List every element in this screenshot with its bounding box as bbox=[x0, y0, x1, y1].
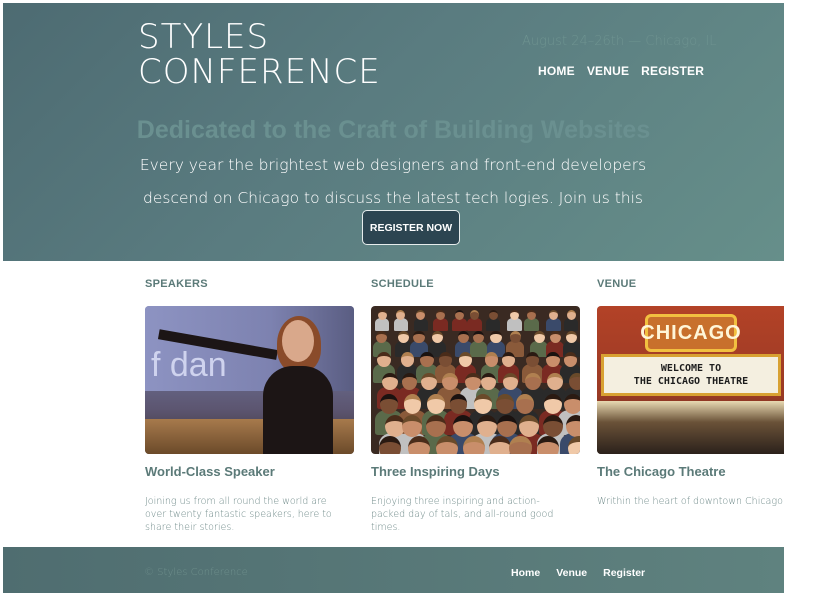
section-heading-schedule: SCHEDULE bbox=[371, 278, 434, 290]
audience-head bbox=[380, 394, 398, 414]
audience-head bbox=[518, 415, 539, 437]
schedule-description: Enjoying three inspiring and action-pack… bbox=[371, 496, 554, 533]
event-tagline: August 24–26th — Chicago, IL bbox=[522, 34, 717, 49]
audience-head bbox=[470, 310, 480, 320]
venue-title[interactable]: The Chicago Theatre bbox=[597, 464, 726, 479]
section-heading-speakers: SPEAKERS bbox=[145, 278, 208, 290]
audience-head bbox=[525, 352, 539, 367]
audience-head bbox=[458, 352, 473, 367]
nav-venue-link[interactable]: VENUE bbox=[587, 64, 629, 78]
venue-description: Writhin the heart of downtown Chicago Th… bbox=[597, 496, 784, 507]
audience-head bbox=[378, 436, 401, 454]
audience-head bbox=[382, 373, 398, 391]
audience-head bbox=[509, 436, 532, 454]
main-content: SPEAKERS f dan World-Class Speaker Joini… bbox=[0, 261, 784, 547]
audience-head bbox=[496, 415, 517, 437]
screen-text: f dan bbox=[151, 346, 227, 384]
audience-head bbox=[438, 352, 453, 367]
audience-head bbox=[544, 394, 562, 414]
audience-head bbox=[549, 310, 559, 320]
audience-head bbox=[527, 310, 537, 320]
theatre-marquee: WELCOME TO THE CHICAGO THEATRE bbox=[601, 354, 781, 396]
audience-head bbox=[516, 394, 534, 414]
theatre-entrance bbox=[597, 401, 784, 454]
audience-head bbox=[377, 310, 387, 320]
footer-nav: Home Venue Register bbox=[511, 567, 645, 579]
speaker-body bbox=[263, 366, 333, 454]
footer-venue-link[interactable]: Venue bbox=[556, 567, 587, 579]
hero-banner: STYLES CONFERENCE August 24–26th — Chica… bbox=[3, 3, 784, 261]
marquee-line-2: THE CHICAGO THEATRE bbox=[633, 376, 749, 387]
audience-head bbox=[455, 310, 465, 320]
audience-head bbox=[510, 310, 520, 320]
audience-head bbox=[435, 310, 445, 320]
theatre-photo: CHICAGO WELCOME TO THE CHICAGO THEATRE bbox=[597, 306, 784, 454]
primary-nav: HOME VENUE REGISTER bbox=[538, 64, 704, 78]
nav-home-link[interactable]: HOME bbox=[538, 64, 575, 78]
audience-head bbox=[536, 436, 559, 454]
audience-head bbox=[449, 394, 468, 414]
audience-head bbox=[377, 352, 391, 367]
site-logo[interactable]: STYLES CONFERENCE bbox=[138, 20, 381, 90]
logo-line-1: STYLES bbox=[138, 17, 270, 57]
audience-head bbox=[477, 415, 498, 437]
footer-home-link[interactable]: Home bbox=[511, 567, 540, 579]
nav-register-link[interactable]: REGISTER bbox=[641, 64, 704, 78]
audience-head bbox=[496, 394, 515, 414]
audience-head bbox=[474, 394, 493, 414]
audience-member bbox=[374, 318, 390, 331]
audience-head bbox=[420, 352, 434, 367]
audience-member bbox=[413, 318, 429, 331]
audience-head bbox=[546, 352, 560, 367]
audience-head bbox=[401, 415, 422, 437]
audience-member bbox=[507, 318, 522, 331]
audience-member bbox=[563, 318, 579, 331]
chicago-sign: CHICAGO bbox=[640, 314, 741, 352]
marquee-line-1: WELCOME TO bbox=[660, 363, 722, 374]
audience-head bbox=[484, 352, 499, 367]
speakers-title[interactable]: World-Class Speaker bbox=[145, 464, 275, 479]
audience-head bbox=[408, 436, 431, 454]
audience-head bbox=[563, 352, 578, 367]
audience-head bbox=[501, 352, 516, 367]
audience-member bbox=[524, 318, 539, 331]
audience-head bbox=[488, 436, 511, 454]
audience-member bbox=[546, 318, 561, 331]
audience-member bbox=[393, 318, 408, 331]
audience-head bbox=[488, 310, 498, 320]
audience-head bbox=[441, 373, 458, 391]
audience-head bbox=[421, 373, 437, 391]
audience-head bbox=[435, 436, 458, 454]
speaker-head bbox=[282, 320, 314, 362]
audience-head bbox=[427, 394, 445, 414]
audience-head bbox=[547, 373, 563, 391]
audience-photo bbox=[371, 306, 580, 454]
section-heading-venue: VENUE bbox=[597, 278, 637, 290]
audience-head bbox=[403, 394, 422, 414]
audience-head bbox=[425, 415, 446, 437]
copyright-text: © Styles Conference bbox=[144, 567, 248, 578]
audience-head bbox=[566, 310, 576, 320]
audience-member bbox=[485, 318, 501, 331]
footer-register-link[interactable]: Register bbox=[603, 567, 645, 579]
audience-member bbox=[467, 318, 482, 331]
audience-member bbox=[469, 341, 488, 357]
audience-head bbox=[566, 415, 580, 437]
logo-line-2: CONFERENCE bbox=[138, 52, 381, 92]
speaker-photo: f dan bbox=[145, 306, 354, 454]
speakers-description: Joining us from all round the world are … bbox=[145, 496, 332, 533]
site-footer: © Styles Conference Home Venue Register bbox=[3, 547, 784, 593]
schedule-title[interactable]: Three Inspiring Days bbox=[371, 464, 500, 479]
register-now-button[interactable]: REGISTER NOW bbox=[362, 210, 460, 245]
audience-head bbox=[563, 394, 580, 414]
audience-member bbox=[433, 318, 448, 331]
audience-member bbox=[452, 318, 467, 331]
audience-head bbox=[413, 331, 425, 344]
hero-headline: Dedicated to the Craft of Building Websi… bbox=[136, 116, 651, 144]
audience-head bbox=[509, 331, 521, 344]
audience-head bbox=[400, 352, 414, 367]
audience-head bbox=[490, 331, 502, 344]
audience-head bbox=[465, 373, 481, 391]
audience-head bbox=[569, 373, 580, 391]
